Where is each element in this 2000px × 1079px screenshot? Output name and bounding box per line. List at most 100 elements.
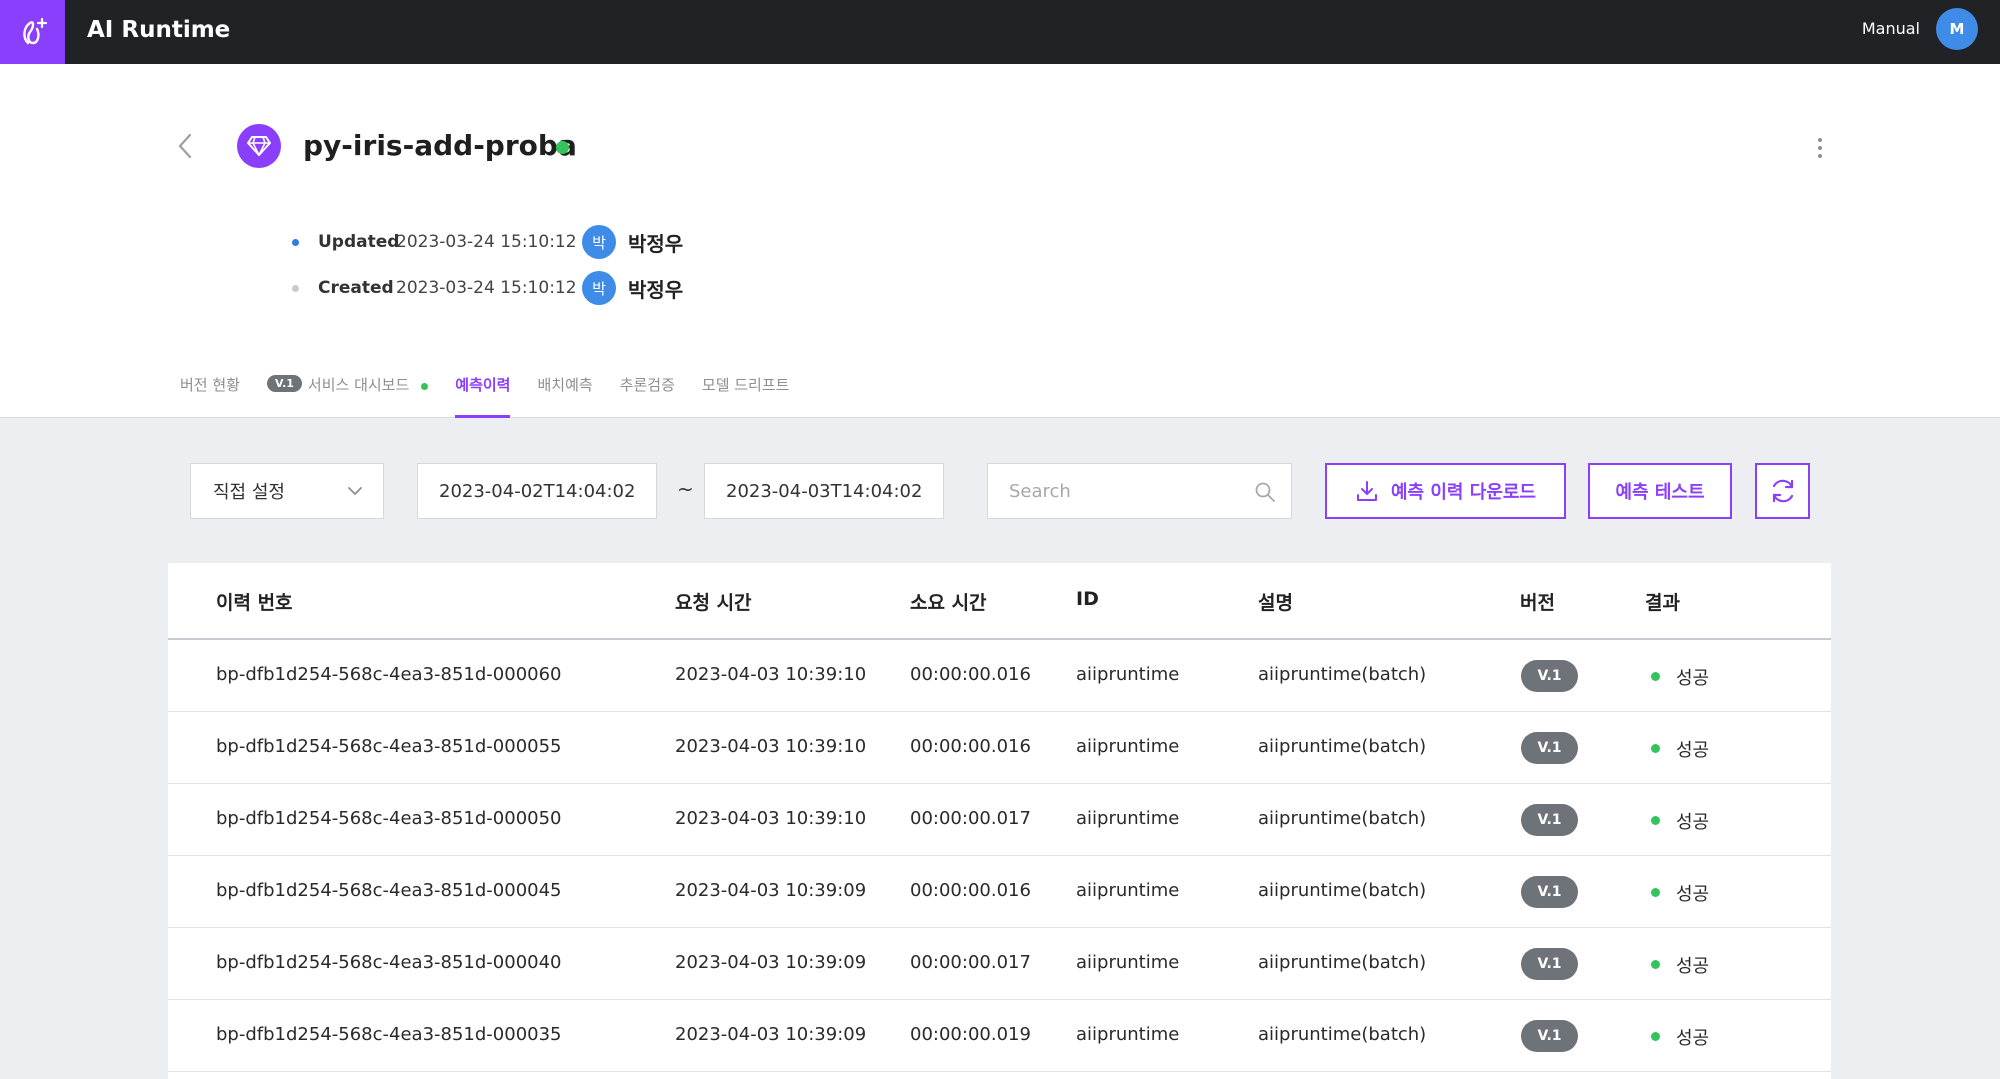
row-id: aiipruntime bbox=[1076, 736, 1180, 757]
table-row[interactable]: bp-dfb1d254-568c-4ea3-851d-000055 2023-0… bbox=[168, 712, 1831, 784]
column-history-no[interactable]: 이력 번호 bbox=[216, 588, 293, 615]
result-text: 성공 bbox=[1676, 740, 1710, 761]
elapsed-time: 00:00:00.017 bbox=[910, 808, 1031, 829]
result-dot bbox=[1651, 960, 1660, 969]
date-range-select[interactable]: 직접 설정 bbox=[190, 463, 384, 519]
request-time: 2023-04-03 10:39:09 bbox=[675, 1024, 867, 1045]
created-dot bbox=[292, 284, 299, 292]
history-no: bp-dfb1d254-568c-4ea3-851d-000045 bbox=[216, 880, 562, 901]
history-no: bp-dfb1d254-568c-4ea3-851d-000035 bbox=[216, 1024, 562, 1045]
result-text: 성공 bbox=[1676, 956, 1710, 977]
version-badge: V.1 bbox=[266, 375, 302, 392]
result-dot bbox=[1651, 888, 1660, 897]
download-history-button[interactable]: 예측 이력 다운로드 bbox=[1325, 463, 1566, 519]
elapsed-time: 00:00:00.016 bbox=[910, 664, 1031, 685]
tab-model-drift[interactable]: 모델 드리프트 bbox=[702, 366, 790, 418]
result-text: 성공 bbox=[1676, 1028, 1710, 1049]
column-result[interactable]: 결과 bbox=[1645, 588, 1680, 615]
version-badge: V.1 bbox=[1521, 660, 1578, 692]
chevron-down-icon bbox=[348, 487, 362, 495]
row-description: aiipruntime(batch) bbox=[1258, 736, 1427, 757]
table-row[interactable]: bp-dfb1d254-568c-4ea3-851d-000050 2023-0… bbox=[168, 784, 1831, 856]
tab-service-dashboard[interactable]: V.1 서비스 대시보드 bbox=[266, 366, 429, 418]
column-version[interactable]: 버전 bbox=[1520, 588, 1555, 615]
request-time: 2023-04-03 10:39:10 bbox=[675, 664, 867, 685]
avatar: 박 bbox=[582, 271, 616, 305]
search-input[interactable] bbox=[988, 464, 1238, 518]
app-logo-icon bbox=[22, 17, 47, 45]
tab-label: 추론검증 bbox=[619, 376, 675, 394]
updated-time: 2023-03-24 15:10:12 bbox=[396, 232, 577, 252]
table-row[interactable]: bp-dfb1d254-568c-4ea3-851d-000040 2023-0… bbox=[168, 928, 1831, 1000]
row-id: aiipruntime bbox=[1076, 952, 1180, 973]
model-status-dot bbox=[556, 141, 569, 154]
search-field bbox=[987, 463, 1292, 519]
search-icon[interactable] bbox=[1254, 481, 1276, 503]
result-dot bbox=[1651, 816, 1660, 825]
tab-inference-validation[interactable]: 추론검증 bbox=[620, 366, 675, 418]
table-row[interactable]: bp-dfb1d254-568c-4ea3-851d-000035 2023-0… bbox=[168, 1000, 1831, 1072]
row-id: aiipruntime bbox=[1076, 1024, 1180, 1045]
tab-label: 서비스 대시보드 bbox=[307, 376, 410, 394]
tab-bar: 버전 현황 V.1 서비스 대시보드 예측이력 배치예측 추론검증 모델 드리프… bbox=[180, 366, 816, 418]
app-title: AI Runtime bbox=[87, 17, 231, 43]
elapsed-time: 00:00:00.017 bbox=[910, 952, 1031, 973]
elapsed-time: 00:00:00.019 bbox=[910, 1024, 1031, 1045]
created-user: 박정우 bbox=[628, 277, 684, 302]
status-dot bbox=[421, 383, 429, 390]
request-time: 2023-04-03 10:39:10 bbox=[675, 736, 867, 757]
model-icon bbox=[237, 124, 281, 168]
row-description: aiipruntime(batch) bbox=[1258, 952, 1427, 973]
back-button[interactable] bbox=[170, 128, 200, 164]
row-id: aiipruntime bbox=[1076, 808, 1180, 829]
table-header: 이력 번호 요청 시간 소요 시간 ID 설명 버전 결과 bbox=[168, 563, 1831, 640]
row-id: aiipruntime bbox=[1076, 880, 1180, 901]
version-badge: V.1 bbox=[1521, 804, 1578, 836]
created-time: 2023-03-24 15:10:12 bbox=[396, 278, 577, 298]
date-range-separator: ~ bbox=[677, 477, 694, 501]
prediction-test-button[interactable]: 예측 테스트 bbox=[1588, 463, 1732, 519]
start-date-input[interactable] bbox=[417, 463, 657, 519]
version-badge: V.1 bbox=[1521, 1020, 1578, 1052]
table-row[interactable]: bp-dfb1d254-568c-4ea3-851d-000060 2023-0… bbox=[168, 640, 1831, 712]
kebab-menu-icon bbox=[1818, 138, 1822, 142]
row-description: aiipruntime(batch) bbox=[1258, 880, 1427, 901]
diamond-icon bbox=[247, 136, 271, 156]
date-range-value: 직접 설정 bbox=[213, 482, 285, 503]
model-name: py-iris-add-proba bbox=[303, 129, 577, 162]
tab-label: 배치예측 bbox=[537, 376, 593, 394]
user-avatar[interactable]: M bbox=[1936, 8, 1978, 50]
column-id[interactable]: ID bbox=[1076, 588, 1099, 610]
version-badge: V.1 bbox=[1521, 876, 1578, 908]
updated-dot bbox=[292, 238, 299, 246]
tab-label: 예측이력 bbox=[455, 376, 511, 394]
column-description[interactable]: 설명 bbox=[1258, 588, 1293, 615]
created-row: Created 2023-03-24 15:10:12 박 박정우 bbox=[292, 268, 683, 308]
result-dot bbox=[1651, 744, 1660, 753]
prediction-test-label: 예측 테스트 bbox=[1615, 482, 1705, 503]
column-elapsed-time[interactable]: 소요 시간 bbox=[910, 588, 987, 615]
tab-label: 모델 드리프트 bbox=[701, 376, 790, 394]
request-time: 2023-04-03 10:39:09 bbox=[675, 952, 867, 973]
row-description: aiipruntime(batch) bbox=[1258, 808, 1427, 829]
tab-batch-prediction[interactable]: 배치예측 bbox=[537, 366, 592, 418]
refresh-button[interactable] bbox=[1755, 463, 1810, 519]
version-badge: V.1 bbox=[1521, 732, 1578, 764]
tab-prediction-history[interactable]: 예측이력 bbox=[455, 366, 511, 418]
more-menu-button[interactable] bbox=[1812, 134, 1828, 162]
elapsed-time: 00:00:00.016 bbox=[910, 736, 1031, 757]
avatar: 박 bbox=[582, 225, 616, 259]
version-badge: V.1 bbox=[1521, 948, 1578, 980]
history-no: bp-dfb1d254-568c-4ea3-851d-000060 bbox=[216, 664, 562, 685]
refresh-icon bbox=[1772, 479, 1793, 503]
updated-row: Updated 2023-03-24 15:10:12 박 박정우 bbox=[292, 222, 683, 262]
app-logo[interactable] bbox=[0, 0, 65, 64]
column-request-time[interactable]: 요청 시간 bbox=[675, 588, 752, 615]
elapsed-time: 00:00:00.016 bbox=[910, 880, 1031, 901]
table-row[interactable]: bp-dfb1d254-568c-4ea3-851d-000045 2023-0… bbox=[168, 856, 1831, 928]
tab-version-status[interactable]: 버전 현황 bbox=[180, 366, 240, 418]
manual-link[interactable]: Manual bbox=[1862, 19, 1920, 38]
history-no: bp-dfb1d254-568c-4ea3-851d-000055 bbox=[216, 736, 562, 757]
tab-label: 버전 현황 bbox=[180, 376, 240, 394]
end-date-input[interactable] bbox=[704, 463, 944, 519]
